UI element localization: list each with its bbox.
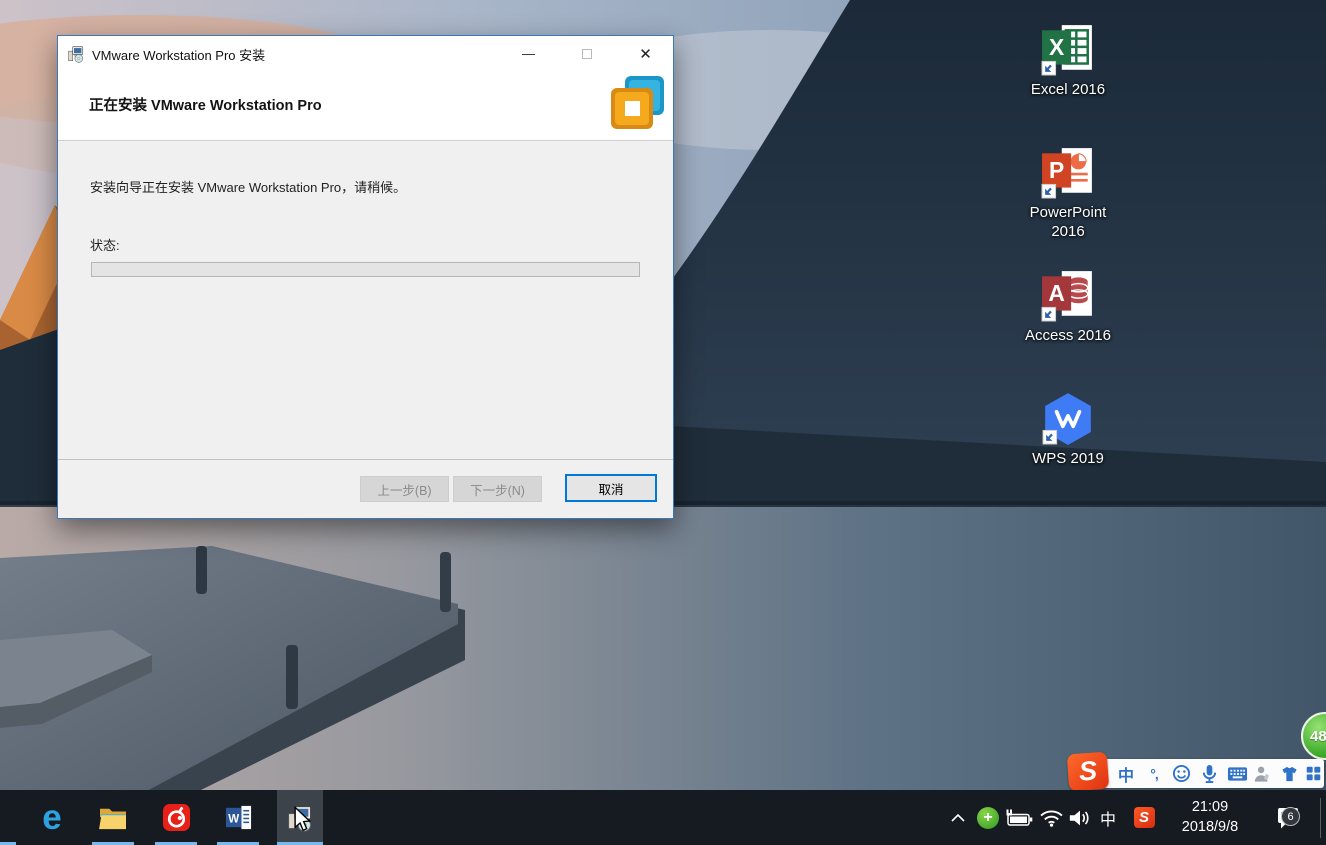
sogou-voice-button[interactable] (1197, 759, 1221, 788)
taskbar-item-netease-music[interactable] (153, 790, 199, 845)
dialog-titlebar[interactable]: VMware Workstation Pro 安装 — ✕ (58, 36, 673, 72)
footer-separator (58, 459, 673, 460)
360-safety-icon: + (977, 806, 999, 829)
taskbar: e W + 中 S 21:09 2018/9/8 6 (0, 790, 1326, 845)
back-button: 上一步(B) (360, 476, 449, 502)
install-status-sentence: 安装向导正在安装 VMware Workstation Pro，请稍候。 (90, 180, 407, 195)
keyboard-icon (1227, 766, 1247, 781)
clock-date: 2018/9/8 (1181, 819, 1239, 835)
tray-battery[interactable] (1006, 790, 1033, 845)
action-center-button[interactable]: 6 (1268, 790, 1308, 845)
sogou-logo-letter: S (1077, 755, 1098, 787)
clock-time: 21:09 (1191, 799, 1229, 815)
sogou-emoji-button[interactable] (1169, 759, 1193, 788)
maximize-icon (581, 48, 592, 59)
installer-dialog: VMware Workstation Pro 安装 — ✕ 正在安装 VMwar… (57, 35, 674, 519)
sogou-logo[interactable]: S (1066, 751, 1110, 792)
tray-360-safety[interactable]: + (977, 790, 999, 845)
tray-show-hidden-icons[interactable] (948, 790, 968, 845)
vmware-workstation-logo-icon (611, 76, 664, 129)
shirt-icon (1281, 766, 1297, 781)
wifi-icon (1039, 810, 1063, 827)
svg-text:P: P (1049, 157, 1064, 183)
notification-badge: 6 (1281, 807, 1300, 826)
installer-app-icon (68, 46, 84, 63)
desktop-icon-label: Excel 2016 (1030, 81, 1106, 98)
dialog-title: VMware Workstation Pro 安装 (92, 47, 266, 63)
sogou-skin-button[interactable] (1277, 759, 1301, 788)
word-icon: W (225, 805, 251, 830)
tray-volume[interactable] (1067, 790, 1093, 845)
sogou-chinese-mode-button[interactable]: 中 (1114, 759, 1138, 788)
emoji-icon (1172, 764, 1190, 783)
desktop-icon-access-2016[interactable]: A Access 2016 (1008, 268, 1128, 345)
sogou-toolbox-button[interactable] (1301, 759, 1325, 788)
chevron-up-icon (951, 813, 965, 822)
excel-icon: X (1041, 25, 1092, 76)
battery-icon (1006, 809, 1033, 826)
sogou-keyboard-button[interactable] (1225, 759, 1249, 788)
microphone-icon (1202, 764, 1216, 783)
show-desktop-divider[interactable] (1320, 798, 1321, 838)
netease-music-icon (162, 803, 190, 832)
taskbar-item-file-explorer[interactable] (90, 790, 136, 845)
desktop-icon-label: WPS 2019 (1032, 450, 1104, 467)
tray-network[interactable] (1038, 790, 1064, 845)
desktop-icon-wps-2019[interactable]: WPS 2019 (1008, 391, 1128, 468)
taskbar-item-word[interactable]: W (215, 790, 261, 845)
tray-input-indicator[interactable]: 中 (1098, 790, 1118, 845)
person-icon (1254, 766, 1269, 782)
cancel-button[interactable]: 取消 (565, 474, 657, 502)
speaker-icon (1069, 810, 1089, 825)
taskbar-item-edge[interactable]: e (29, 790, 75, 845)
svg-text:W: W (228, 812, 239, 825)
powerpoint-icon: P (1041, 148, 1092, 199)
next-button: 下一步(N) (453, 476, 542, 502)
edge-icon: e (42, 798, 62, 837)
mouse-cursor (294, 806, 311, 832)
taskbar-clock[interactable]: 21:09 2018/9/8 (1162, 797, 1258, 838)
desktop-icon-excel-2016[interactable]: X Excel 2016 (1008, 22, 1128, 99)
status-label: 状态: (90, 238, 120, 253)
sogou-punctuation-button[interactable]: °, (1142, 759, 1166, 788)
wps-icon (1042, 393, 1091, 445)
file-explorer-icon (99, 808, 126, 829)
grid-icon (1306, 766, 1320, 781)
svg-text:A: A (1048, 280, 1065, 306)
close-button[interactable]: ✕ (623, 36, 668, 71)
install-progress-bar (91, 262, 640, 277)
svg-text:X: X (1049, 34, 1065, 60)
minimize-button[interactable]: — (506, 36, 551, 71)
desktop-icon-label: PowerPoint 2016 (1029, 204, 1107, 240)
tray-sogou[interactable]: S (1133, 790, 1155, 845)
sogou-account-button[interactable] (1250, 759, 1274, 788)
desktop: X Excel 2016 P PowerPoint 2016 A Access … (0, 0, 1326, 845)
sogou-tray-icon: S (1133, 807, 1155, 828)
access-icon: A (1041, 271, 1092, 322)
dialog-header: 正在安装 VMware Workstation Pro (58, 72, 673, 141)
ime-mode-glyph: 中 (1099, 811, 1116, 829)
desktop-icon-label: Access 2016 (1025, 327, 1111, 344)
desktop-icon-powerpoint-2016[interactable]: P PowerPoint 2016 (1008, 145, 1128, 241)
maximize-button (564, 36, 609, 71)
speedup-percent: 48 (1310, 727, 1326, 745)
dialog-heading: 正在安装 VMware Workstation Pro (89, 98, 322, 114)
sogou-input-toolbar: 中 °, (1098, 759, 1324, 788)
